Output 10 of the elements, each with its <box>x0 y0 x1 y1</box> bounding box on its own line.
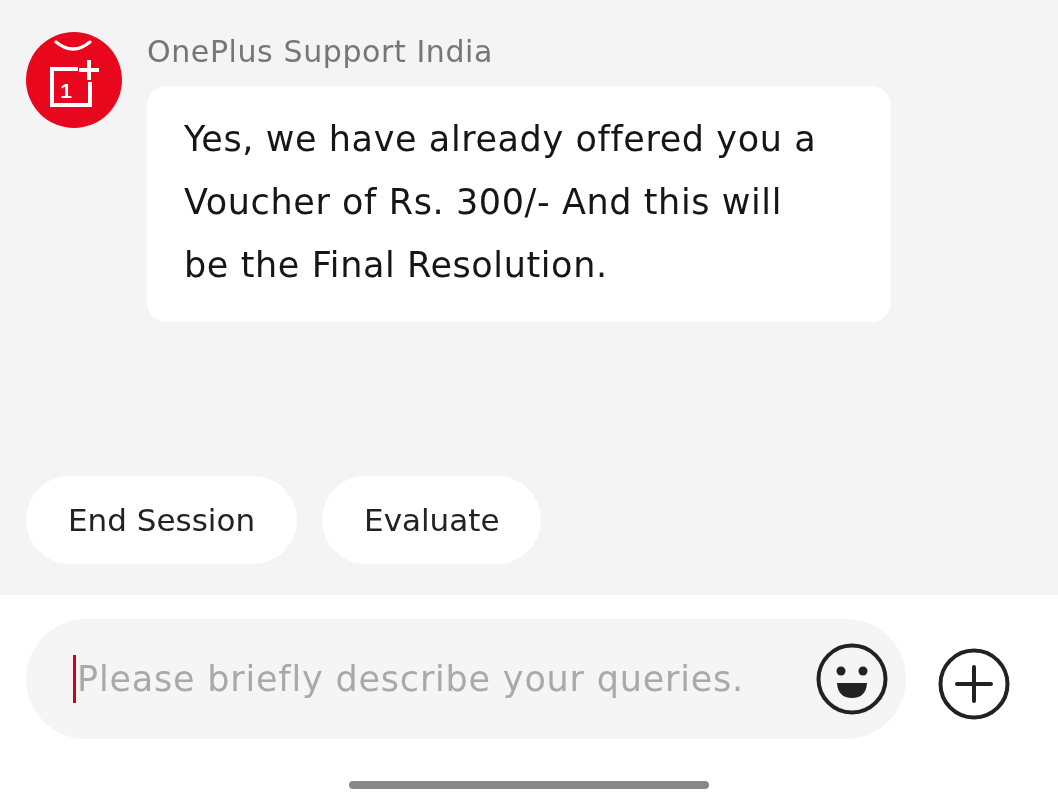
emoji-button[interactable] <box>816 643 888 715</box>
quick-action-button[interactable]: End Session <box>26 476 298 564</box>
quick-action-button[interactable]: Evaluate <box>322 476 542 564</box>
plus-icon <box>938 648 1010 720</box>
message-bubble: Yes, we have already offered you a Voucher of Rs. 300/- And this will be the Final Resolution. <box>147 86 891 322</box>
message-input[interactable]: Please briefly describe your queries. <box>26 619 906 739</box>
add-button[interactable] <box>938 648 1010 720</box>
brand-logo: 1 <box>26 32 122 128</box>
sender-name: OnePlus Support India <box>147 33 494 71</box>
smiley-icon <box>816 643 888 715</box>
